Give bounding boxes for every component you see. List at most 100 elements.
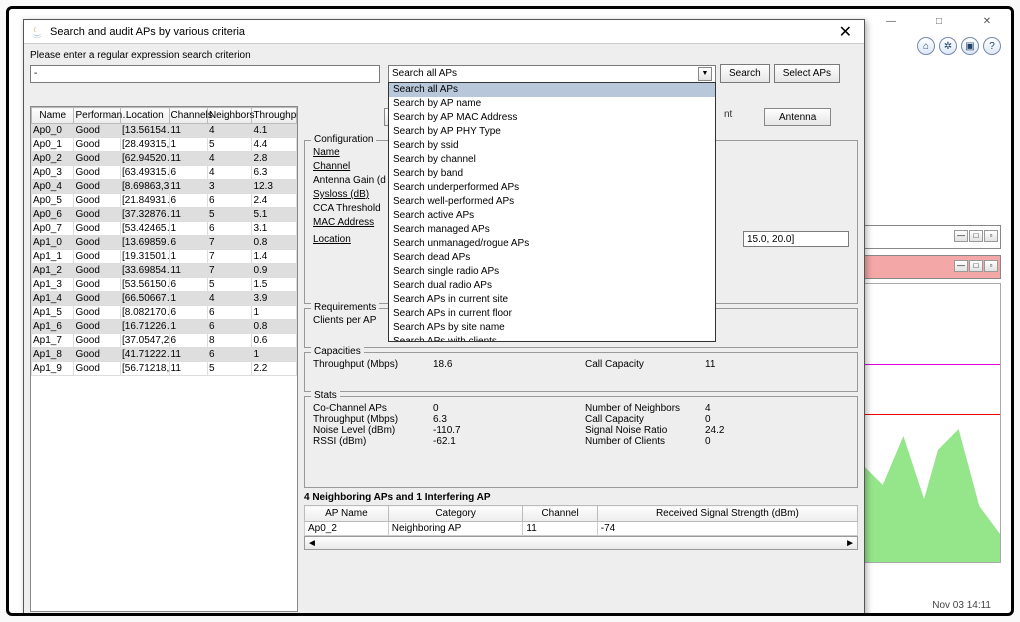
lbl-rssi: RSSI (dBm) xyxy=(313,436,433,447)
dropdown-item[interactable]: Search by band xyxy=(389,167,715,181)
lbl-noise: Noise Level (dBm) xyxy=(313,425,433,436)
dropdown-item[interactable]: Search APs with clients xyxy=(389,335,715,342)
throughput-cap-field[interactable]: 18.6 xyxy=(433,359,452,370)
dropdown-item[interactable]: Search dual radio APs xyxy=(389,279,715,293)
column-header[interactable]: Neighbors xyxy=(207,108,252,124)
lbl-throughput-stat: Throughput (Mbps) xyxy=(313,414,433,425)
dropdown-item[interactable]: Search by ssid xyxy=(389,139,715,153)
lbl-call-cap-stat: Call Capacity xyxy=(585,414,705,425)
background-chart-panel: — □ ▫ — □ ▫ xyxy=(861,143,1001,573)
table-row[interactable]: Ap1_8Good[41.71222…1161 xyxy=(32,348,297,362)
gear-icon[interactable]: ✲ xyxy=(939,37,957,55)
requirements-legend: Requirements xyxy=(311,302,379,313)
stats-legend: Stats xyxy=(311,390,340,401)
chart-plot-area xyxy=(861,283,1001,563)
stats-fieldset: Stats Co-Channel APs 0 Number of Neighbo… xyxy=(304,396,858,488)
location-field[interactable]: 15.0, 20.0] xyxy=(743,231,849,247)
table-row: Ap0_2Neighboring AP11-74 xyxy=(305,522,858,536)
dropdown-item[interactable]: Search APs in current site xyxy=(389,293,715,307)
table-row[interactable]: Ap0_2Good[62.94520…1142.8 xyxy=(32,152,297,166)
pane-min-icon[interactable]: — xyxy=(954,230,968,242)
table-row[interactable]: Ap1_2Good[33.69854…1170.9 xyxy=(32,264,297,278)
snr-field: 24.2 xyxy=(705,425,724,436)
table-row[interactable]: Ap1_3Good[53.56150…651.5 xyxy=(32,278,297,292)
search-mode-combo[interactable]: Search all APs ▼ xyxy=(388,65,716,83)
select-aps-button[interactable]: Select APs xyxy=(774,64,840,83)
table-row[interactable]: Ap1_0Good[13.69859…670.8 xyxy=(32,236,297,250)
capacities-fieldset: Capacities Throughput (Mbps) 18.6 Call C… xyxy=(304,352,858,392)
reset-icon[interactable]: ▣ xyxy=(961,37,979,55)
dropdown-item[interactable]: Search single radio APs xyxy=(389,265,715,279)
dropdown-item[interactable]: Search underperformed APs xyxy=(389,181,715,195)
parent-minimize-button[interactable]: — xyxy=(877,11,905,31)
throughput-stat-field: 6.3 xyxy=(433,414,447,425)
column-header[interactable]: Channels xyxy=(169,108,207,124)
column-header[interactable]: AP Name xyxy=(305,506,389,522)
search-button[interactable]: Search xyxy=(720,64,770,83)
chevron-down-icon[interactable]: ▼ xyxy=(698,67,712,81)
dropdown-item[interactable]: Search APs by site name xyxy=(389,321,715,335)
pane-max-icon[interactable]: □ xyxy=(969,230,983,242)
column-header[interactable]: Performan… xyxy=(74,108,121,124)
dropdown-item[interactable]: Search by AP name xyxy=(389,97,715,111)
table-row[interactable]: Ap1_9Good[56.71218,…1152.2 xyxy=(32,362,297,376)
combo-selected-label: Search all APs xyxy=(392,68,457,79)
dropdown-item[interactable]: Search managed APs xyxy=(389,223,715,237)
column-header[interactable]: Location xyxy=(120,108,169,124)
dropdown-item[interactable]: Search well-performed APs xyxy=(389,195,715,209)
dropdown-item[interactable]: Search APs in current floor xyxy=(389,307,715,321)
column-header[interactable]: Category xyxy=(388,506,523,522)
partial-nt-button[interactable]: nt xyxy=(724,109,732,120)
table-row[interactable]: Ap1_6Good[16.71226…160.8 xyxy=(32,320,297,334)
table-row[interactable]: Ap0_6Good[37.32876…1155.1 xyxy=(32,208,297,222)
dropdown-item[interactable]: Search by AP PHY Type xyxy=(389,125,715,139)
pane-restore-icon[interactable]: ▫ xyxy=(984,260,998,272)
table-row[interactable]: Ap1_1Good[19.31501…171.4 xyxy=(32,250,297,264)
table-row[interactable]: Ap0_5Good[21.84931…662.4 xyxy=(32,194,297,208)
neighbors-table[interactable]: AP NameCategoryChannelReceived Signal St… xyxy=(304,505,858,536)
search-dialog: Search and audit APs by various criteria… xyxy=(23,19,865,616)
column-header[interactable]: Throughpu… xyxy=(252,108,297,124)
table-row[interactable]: Ap1_5Good[8.082170…661 xyxy=(32,306,297,320)
table-row[interactable]: Ap0_3Good[63.49315…646.3 xyxy=(32,166,297,180)
dropdown-item[interactable]: Search unmanaged/rogue APs xyxy=(389,237,715,251)
close-button[interactable]: ✕ xyxy=(833,22,858,42)
dropdown-item[interactable]: Search dead APs xyxy=(389,251,715,265)
pane-restore-icon[interactable]: ▫ xyxy=(984,230,998,242)
num-neighbors-field: 4 xyxy=(705,403,711,414)
column-header[interactable]: Name xyxy=(32,108,74,124)
rssi-field: -62.1 xyxy=(433,436,456,447)
chart-series-red xyxy=(862,414,1000,415)
parent-close-button[interactable]: ✕ xyxy=(973,11,1001,31)
table-row[interactable]: Ap0_1Good[28.49315,…154.4 xyxy=(32,138,297,152)
tab-antenna[interactable]: Antenna xyxy=(764,108,831,126)
table-row[interactable]: Ap0_4Good[8.69863,3…11312.3 xyxy=(32,180,297,194)
table-row[interactable]: Ap1_4Good[66.50667…143.9 xyxy=(32,292,297,306)
lbl-snr: Signal Noise Ratio xyxy=(585,425,705,436)
dropdown-item[interactable]: Search by channel xyxy=(389,153,715,167)
help-icon[interactable]: ? xyxy=(983,37,1001,55)
table-row[interactable]: Ap1_7Good[37.0547,2…680.6 xyxy=(32,334,297,348)
lbl-throughput-cap: Throughput (Mbps) xyxy=(313,359,433,370)
chart-pane-header-1: — □ ▫ xyxy=(861,225,1001,249)
ap-table[interactable]: NamePerforman…LocationChannelsNeighborsT… xyxy=(31,107,297,376)
lbl-num-neighbors: Number of Neighbors xyxy=(585,403,705,414)
home-icon[interactable]: ⌂ xyxy=(917,37,935,55)
chart-series-magenta xyxy=(862,364,1000,365)
pane-max-icon[interactable]: □ xyxy=(969,260,983,272)
table-row[interactable]: Ap0_7Good[53.42465…163.1 xyxy=(32,222,297,236)
pane-min-icon[interactable]: — xyxy=(954,260,968,272)
parent-maximize-button[interactable]: □ xyxy=(925,11,953,31)
titlebar: Search and audit APs by various criteria… xyxy=(24,20,864,44)
search-mode-dropdown: Search all APsSearch by AP nameSearch by… xyxy=(388,82,716,342)
dropdown-item[interactable]: Search active APs xyxy=(389,209,715,223)
dropdown-item[interactable]: Search by AP MAC Address xyxy=(389,111,715,125)
call-capacity-field[interactable]: 11 xyxy=(705,359,715,370)
column-header[interactable]: Channel xyxy=(523,506,597,522)
lbl-call-capacity: Call Capacity xyxy=(585,359,705,370)
dropdown-item[interactable]: Search all APs xyxy=(389,83,715,97)
table-row[interactable]: Ap0_0Good[13.56154…1144.1 xyxy=(32,124,297,138)
details-scrollbar[interactable]: ◄► xyxy=(304,536,858,550)
regex-input[interactable] xyxy=(30,65,380,83)
column-header[interactable]: Received Signal Strength (dBm) xyxy=(597,506,857,522)
